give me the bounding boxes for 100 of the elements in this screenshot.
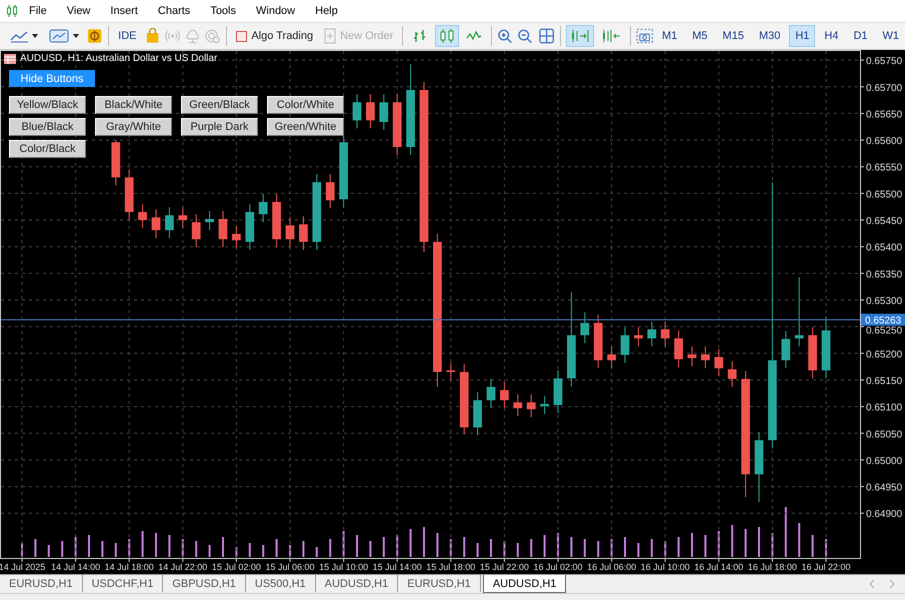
scroll-left-icon[interactable]: [869, 580, 875, 588]
app-logo-icon: [6, 4, 18, 18]
price-label: 0.65750: [866, 56, 902, 68]
price-label: 0.65150: [866, 376, 902, 387]
coin-icon[interactable]: [86, 28, 104, 44]
screenshot-icon[interactable]: [636, 28, 653, 44]
candle: [258, 193, 268, 223]
candle: [526, 394, 536, 418]
signal-icon[interactable]: [164, 28, 181, 44]
chart-tab[interactable]: AUDUSD,H1: [316, 575, 398, 592]
zoom-in-icon[interactable]: [497, 28, 514, 44]
timeframe-button[interactable]: M30: [752, 25, 786, 47]
time-label: 14 Jul 18:00: [104, 562, 154, 572]
candle: [218, 210, 228, 248]
theme-button[interactable]: Green/Black: [181, 96, 258, 114]
timeframe-button[interactable]: H1: [789, 25, 816, 47]
price-label: 0.65550: [866, 162, 902, 174]
price-label: 0.65100: [866, 402, 902, 414]
candle: [178, 206, 188, 229]
candle: [326, 174, 335, 209]
time-label: 16 Jul 02:00: [533, 562, 583, 572]
price-label: 0.64900: [866, 509, 902, 520]
theme-button[interactable]: Blue/Black: [9, 118, 86, 136]
cloud-icon[interactable]: [184, 28, 202, 44]
chart-shift-icon: [600, 28, 621, 44]
candle: [352, 94, 362, 129]
timeframe-button[interactable]: M5: [686, 25, 714, 47]
menu-item[interactable]: Insert: [101, 5, 147, 17]
time-label: 15 Jul 14:00: [372, 562, 422, 572]
candle: [379, 94, 388, 130]
candle: [554, 370, 562, 414]
price-label: 0.65700: [866, 82, 902, 94]
candle: [286, 216, 294, 248]
candle: [205, 210, 214, 231]
candle: [634, 326, 643, 347]
timeframe-button[interactable]: D1: [847, 25, 874, 47]
candle: [540, 395, 549, 415]
candle: [152, 208, 160, 239]
price-label: 0.65000: [866, 456, 902, 467]
theme-button[interactable]: Color/Black: [9, 140, 86, 158]
chart-tab[interactable]: EURUSD,H1: [0, 575, 83, 592]
chart-tab[interactable]: AUDUSD,H1: [482, 575, 566, 593]
candle: [794, 276, 804, 347]
price-label: 0.65450: [866, 216, 902, 228]
zoom-out-icon[interactable]: [517, 28, 535, 44]
candle: [299, 216, 308, 250]
price-label: 0.65200: [866, 349, 902, 360]
ide-button[interactable]: IDE: [114, 25, 141, 47]
time-label: 15 Jul 22:00: [480, 562, 529, 572]
document-plus-icon: [324, 28, 336, 44]
candle: [272, 193, 281, 248]
menu-item[interactable]: Tools: [201, 5, 245, 17]
scroll-right-icon[interactable]: [889, 580, 895, 588]
chart-tab[interactable]: USDCHF,H1: [82, 575, 164, 592]
theme-button[interactable]: Yellow/Black: [9, 96, 86, 114]
menu-item[interactable]: Charts: [148, 5, 200, 17]
candlestick-chart-button[interactable]: [435, 25, 460, 47]
fingerprint-icon[interactable]: [204, 28, 222, 44]
grid-icon[interactable]: [538, 28, 555, 44]
candle: [781, 330, 790, 369]
chart-window-icon: [49, 28, 69, 44]
price-label: 0.65400: [866, 242, 902, 254]
candle: [513, 394, 522, 417]
price-label: 0.64950: [866, 482, 902, 494]
chart-tab[interactable]: EURUSD,H1: [398, 575, 481, 592]
chart-tab[interactable]: US500,H1: [246, 575, 316, 592]
time-label: 16 Jul 06:00: [587, 562, 636, 572]
candle: [460, 363, 469, 435]
timeframe-button[interactable]: M1: [656, 25, 684, 47]
candle: [111, 140, 120, 186]
autoscroll-button[interactable]: [566, 25, 594, 47]
algo-trading-button[interactable]: Algo Trading: [232, 25, 318, 47]
time-label: 14 Jul 14:00: [51, 562, 100, 572]
chart-title: AUDUSD, H1: Australian Dollar vs US Dollar: [20, 53, 218, 64]
theme-button[interactable]: Green/White: [267, 118, 344, 136]
menu-item[interactable]: View: [58, 5, 100, 17]
timeframe-button[interactable]: W1: [876, 25, 905, 47]
theme-button[interactable]: Color/White: [267, 96, 344, 114]
price-label: 0.65500: [866, 189, 902, 200]
candlestick-icon: [439, 28, 456, 44]
menu-item[interactable]: Help: [306, 5, 347, 17]
candle: [674, 330, 683, 368]
chart-tab[interactable]: GBPUSD,H1: [163, 575, 246, 592]
candle: [446, 362, 456, 380]
price-label: 0.65250: [866, 326, 902, 337]
theme-button[interactable]: Gray/White: [95, 118, 172, 136]
theme-button[interactable]: Black/White: [95, 96, 172, 114]
chart-window-icon: [4, 54, 16, 64]
timeframe-button[interactable]: M15: [716, 25, 750, 47]
caret-icon: [32, 34, 38, 38]
menu-item[interactable]: File: [20, 5, 56, 17]
caret-icon: [73, 34, 79, 38]
candle: [392, 94, 402, 156]
candle: [701, 346, 710, 369]
timeframe-button[interactable]: H4: [818, 25, 844, 47]
time-label: 16 Jul 10:00: [640, 562, 690, 572]
theme-button[interactable]: Purple Dark: [181, 118, 258, 136]
candle: [232, 225, 241, 249]
candle: [660, 320, 670, 347]
menu-item[interactable]: Window: [247, 5, 304, 17]
